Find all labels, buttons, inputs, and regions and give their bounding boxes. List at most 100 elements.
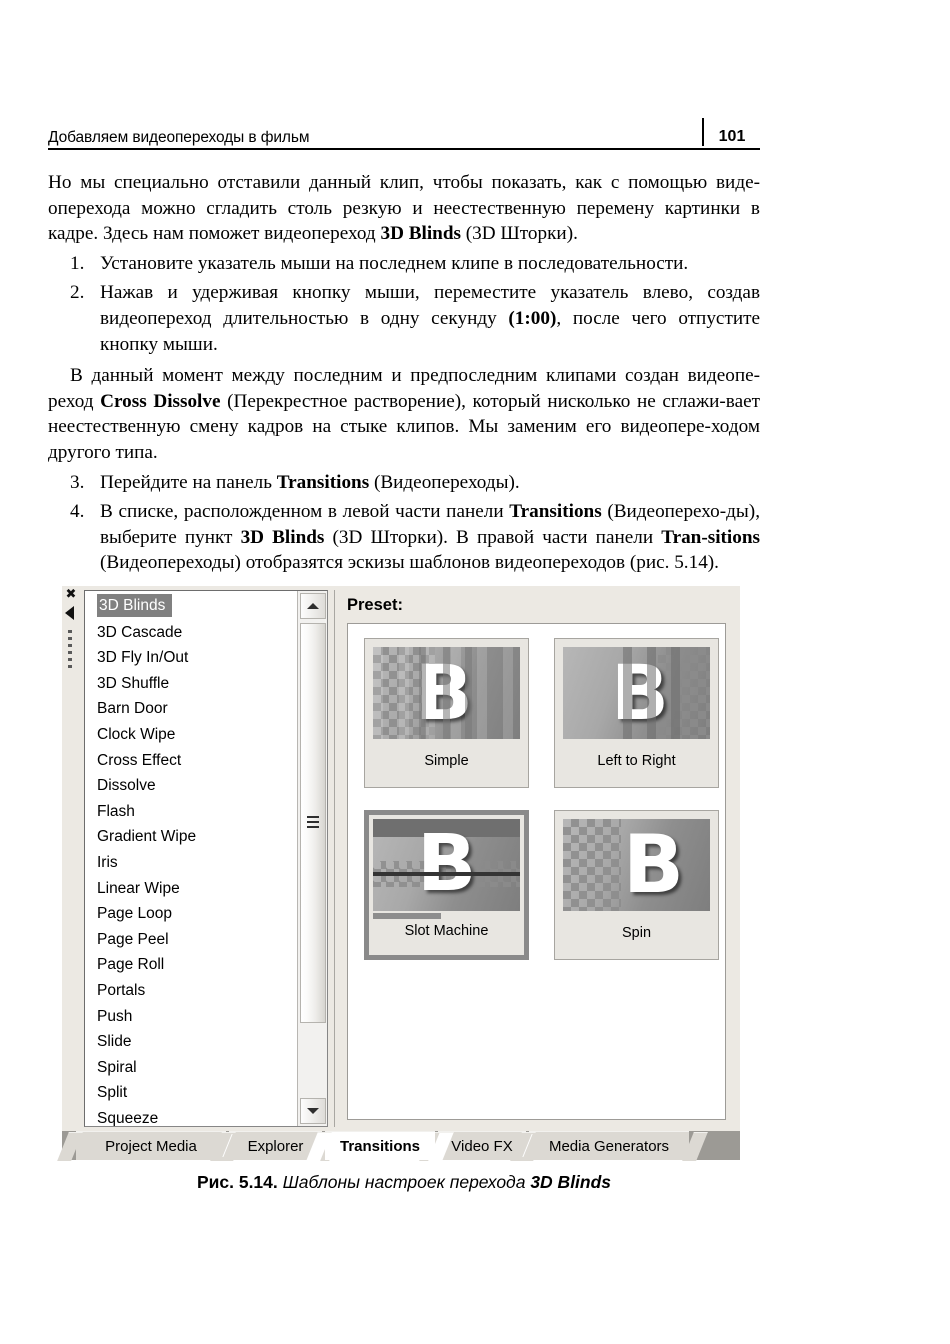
paragraph-intro-line3-pre: кадре. Здесь нам поможет видеопереход (48, 223, 381, 245)
preset-thumbnail-preview: B (563, 647, 710, 739)
preset-thumbnail-grid[interactable]: B Simple B Left to Right B Slot Machine B Spin (347, 623, 726, 1120)
transition-list-item[interactable]: Page Peel (85, 927, 297, 953)
term-cross-dissolve: Cross Dissolve (100, 390, 221, 412)
step-text-1: Установите указатель мыши на последнем к… (100, 252, 689, 274)
transition-list-item[interactable]: Squeeze (85, 1106, 297, 1126)
preset-pane: Preset: B Simple B Left to Right B Slot Machi… (334, 590, 736, 1127)
term-transitions-1: Transitions (276, 471, 370, 493)
tab-label: Video FX (451, 1138, 513, 1155)
step-text-4d: (Видеопереходы) отобразятся эскизы шабло… (100, 552, 719, 574)
paragraph-intro-line1: Но мы специально отставили данный клип, … (48, 172, 760, 193)
transition-list-item[interactable]: Dissolve (85, 773, 297, 799)
figure-caption-text: Шаблоны настроек перехода (277, 1172, 531, 1192)
transition-list-item[interactable]: Cross Effect (85, 748, 297, 774)
transition-list-scrollbar[interactable] (297, 591, 327, 1126)
panel-dock-gutter: ✖ (62, 586, 80, 1131)
transition-list-item[interactable]: 3D Fly In/Out (85, 645, 297, 671)
preset-thumbnail-frame: B Simple (364, 638, 529, 788)
figure-caption-number: Рис. 5.14. (196, 1172, 278, 1192)
step-number-3: 3. (70, 471, 85, 493)
transition-list-item[interactable]: Linear Wipe (85, 876, 297, 902)
transition-list-item[interactable]: Clock Wipe (85, 722, 297, 748)
scroll-up-arrow-icon (307, 603, 319, 609)
preset-thumbnail[interactable]: B Slot Machine (364, 810, 529, 960)
paragraph-cross-dissolve: В данный момент между последним и предпо… (48, 363, 760, 465)
transition-list-item[interactable]: Barn Door (85, 696, 297, 722)
preset-thumbnail-label: Left to Right (597, 753, 676, 769)
preset-thumbnail-preview: B (373, 819, 520, 911)
transition-list-item[interactable]: 3D Cascade (85, 620, 297, 646)
step-number-2: 2. (70, 282, 85, 304)
book-page: Добавляем видеопереходы в фильм 101 Но м… (0, 0, 950, 1344)
figure-caption-term: 3D Blinds (530, 1172, 612, 1192)
transition-list-item[interactable]: Gradient Wipe (85, 824, 297, 850)
preset-thumbnail[interactable]: B Spin (554, 810, 719, 960)
transition-list-item[interactable]: Page Loop (85, 901, 297, 927)
preset-thumbnail-frame: B Spin (554, 810, 719, 960)
step-item-1: 1. Установите указатель мыши на последне… (48, 251, 760, 277)
scroll-down-button[interactable] (300, 1098, 326, 1124)
term-transitions-2: Transitions (509, 501, 602, 523)
page-number: 101 (718, 128, 746, 146)
step-number-4: 4. (70, 501, 85, 523)
tab-label: Project Media (105, 1138, 197, 1155)
paragraph-intro-line3-post: (3D Шторки). (461, 223, 578, 245)
transition-list-item[interactable]: Slide (85, 1029, 297, 1055)
body-text: Но мы специально отставили данный клип, … (48, 170, 760, 582)
scroll-thumb-grip-icon (307, 816, 319, 830)
term-transitions-3: Tran-sitions (661, 526, 760, 548)
collapse-left-icon[interactable] (65, 606, 74, 620)
tab-project-media[interactable]: Project Media (57, 1131, 245, 1161)
transition-list-item[interactable]: Spiral (85, 1055, 297, 1081)
tab-label: Media Generators (548, 1138, 670, 1155)
preset-thumbnail-frame: B Slot Machine (364, 810, 529, 960)
step-number-1: 1. (70, 252, 85, 274)
transition-list-item[interactable]: Page Roll (85, 952, 297, 978)
tab-label: Transitions (339, 1138, 421, 1155)
term-3d-blinds: 3D Blinds (380, 223, 461, 245)
step-text-4c: (3D Шторки). В правой части панели (324, 526, 662, 548)
preset-thumbnail-frame: B Left to Right (554, 638, 719, 788)
panel-tab-strip[interactable]: Project Media Explorer Transitions Video FX… (57, 1131, 740, 1161)
transitions-panel: ✖ 3D Blinds 3D Cascade 3D Fly In/Out 3D Shu… (62, 586, 740, 1131)
transition-list-item-label: 3D Blinds (97, 594, 173, 617)
term-3d-blinds-2: 3D Blinds (240, 526, 325, 548)
tab-label: Explorer (247, 1138, 304, 1155)
scrollbar-thumb[interactable] (300, 623, 326, 1023)
preset-preview-progress-bar (373, 913, 441, 919)
steps-list-1: 1. Установите указатель мыши на последне… (48, 251, 760, 357)
preset-thumbnail-preview: B (563, 819, 710, 911)
running-head-title: Добавляем видеопереходы в фильм (48, 128, 310, 146)
preset-thumbnail[interactable]: B Simple (364, 638, 529, 788)
close-icon[interactable]: ✖ (64, 588, 78, 602)
transition-list-items: 3D Blinds 3D Cascade 3D Fly In/Out 3D Shuff… (85, 594, 297, 1126)
step-item-3: 3. Перейдите на панель Transitions (Виде… (48, 470, 760, 496)
preset-thumbnail-preview: B (373, 647, 520, 739)
transition-list[interactable]: 3D Blinds 3D Cascade 3D Fly In/Out 3D Shuff… (84, 590, 328, 1127)
transition-list-item[interactable]: Push (85, 1004, 297, 1030)
preset-thumbnail-label: Simple (424, 753, 469, 769)
drag-grip-icon[interactable] (68, 630, 73, 674)
step-text-4a: В списке, расположденном в левой части п… (100, 501, 510, 523)
scroll-up-button[interactable] (300, 593, 326, 619)
step-item-4: 4. В списке, расположденном в левой част… (48, 499, 760, 576)
step-text-3a: Перейдите на панель (100, 471, 277, 493)
preset-thumbnail[interactable]: B Left to Right (554, 638, 719, 788)
preset-thumbnail-label: Slot Machine (404, 923, 489, 939)
steps-list-2: 3. Перейдите на панель Transitions (Виде… (48, 470, 760, 576)
step-item-2: 2. Нажав и удерживая кнопку мыши, переме… (48, 280, 760, 357)
transition-list-item[interactable]: Split (85, 1080, 297, 1106)
step-text-3b: (Видеопереходы). (369, 471, 520, 493)
tab-media-generators[interactable]: Media Generators (510, 1131, 708, 1161)
paragraph-intro: Но мы специально отставили данный клип, … (48, 170, 760, 247)
transition-list-item[interactable]: 3D Shuffle (85, 671, 297, 697)
tab-transitions[interactable]: Transitions (306, 1131, 454, 1161)
transition-list-item[interactable]: Portals (85, 978, 297, 1004)
preset-thumbnail-label: Spin (621, 925, 652, 941)
figure-transitions-panel: ✖ 3D Blinds 3D Cascade 3D Fly In/Out 3D Shu… (57, 586, 740, 1161)
transition-list-item[interactable]: 3D Blinds (85, 594, 297, 620)
transition-list-item[interactable]: Iris (85, 850, 297, 876)
scroll-down-arrow-icon (307, 1108, 319, 1114)
transition-list-item[interactable]: Flash (85, 799, 297, 825)
paragraph-intro-line2: оперехода можно сгладить столь резкую и … (48, 197, 760, 219)
